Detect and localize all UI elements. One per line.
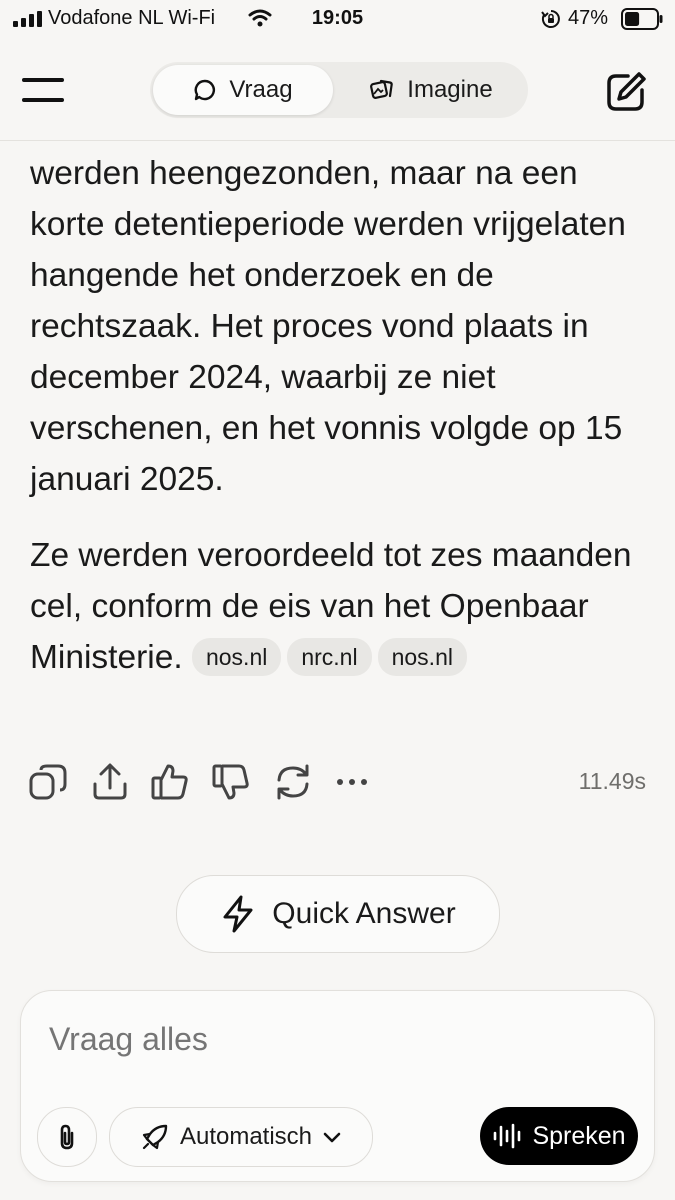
regenerate-button[interactable] [273, 760, 313, 804]
message-actions: 11.49s [28, 760, 648, 804]
dislike-button[interactable] [211, 760, 251, 804]
source-chip[interactable]: nos.nl [377, 638, 467, 676]
quick-answer-button[interactable]: Quick Answer [176, 875, 500, 953]
lightning-icon [223, 895, 253, 933]
more-icon [337, 779, 367, 785]
menu-line [22, 78, 64, 82]
mode-label: Automatisch [179, 1123, 313, 1150]
new-chat-edit-icon [607, 72, 646, 111]
quick-answer-label: Quick Answer [272, 897, 456, 930]
speak-button[interactable]: Spreken [480, 1107, 638, 1165]
share-icon [93, 763, 127, 800]
mode-selector[interactable]: Automatisch [109, 1107, 373, 1167]
mode-switcher: Vraag Imagine [150, 62, 528, 118]
answer-paragraph: Ze werden veroordeeld tot zes maanden ce… [30, 530, 655, 683]
regenerate-icon [277, 764, 309, 800]
more-options-button[interactable] [334, 760, 374, 804]
like-button[interactable] [150, 760, 190, 804]
tab-label: Vraag [229, 76, 293, 103]
prompt-input[interactable] [49, 1021, 609, 1058]
top-bar: Vraag Imagine [0, 40, 675, 141]
new-chat-button[interactable] [604, 70, 648, 114]
paperclip-icon [60, 1124, 74, 1150]
copy-icon [29, 764, 67, 800]
chat-bubble-icon [195, 79, 216, 101]
menu-line [22, 98, 64, 102]
tab-label: Imagine [407, 76, 493, 103]
rocket-icon [142, 1124, 168, 1150]
tab-vraag[interactable]: Vraag [153, 65, 333, 115]
battery-icon [621, 8, 663, 30]
battery-percent: 47% [568, 7, 609, 29]
tab-imagine[interactable]: Imagine [338, 65, 524, 115]
copy-button[interactable] [28, 760, 68, 804]
orientation-lock-icon [541, 10, 560, 28]
answer-paragraph: werden heengezonden, maar na een korte d… [30, 155, 626, 498]
source-chip[interactable]: nos.nl [191, 638, 282, 676]
thumbs-down-icon [212, 764, 249, 800]
status-bar: Vodafone NL Wi-Fi 19:05 47% [0, 0, 675, 40]
attach-button[interactable] [37, 1107, 97, 1167]
thumbs-up-icon [151, 764, 188, 800]
share-button[interactable] [90, 760, 130, 804]
speak-label: Spreken [532, 1121, 626, 1150]
assistant-message: werden heengezonden, maar na een korte d… [30, 148, 655, 683]
source-chip[interactable]: nrc.nl [287, 638, 372, 676]
composer: Automatisch Spreken [20, 990, 655, 1182]
response-duration: 11.49s [578, 768, 646, 794]
chevron-down-icon [323, 1132, 341, 1143]
hamburger-menu-button[interactable] [22, 78, 66, 106]
imagine-icon [370, 79, 394, 99]
voice-waveform-icon [494, 1123, 521, 1149]
